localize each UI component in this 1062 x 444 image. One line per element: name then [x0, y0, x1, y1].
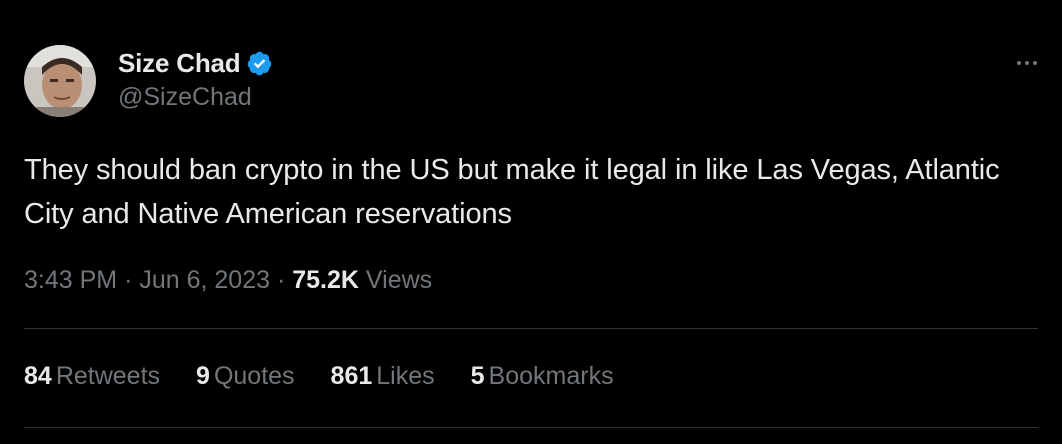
likes-count: 861	[330, 362, 373, 390]
more-horizontal-icon	[1017, 61, 1021, 65]
avatar-image	[24, 45, 96, 117]
tweet-meta: 3:43 PM · Jun 6, 2023 · 75.2K Views	[24, 266, 432, 295]
divider	[24, 328, 1038, 329]
more-dot	[1033, 61, 1037, 65]
author-handle[interactable]: @SizeChad	[118, 83, 252, 112]
bookmarks-stat[interactable]: 5 Bookmarks	[471, 362, 614, 391]
views-count: 75.2K	[292, 266, 359, 294]
retweets-label: Retweets	[55, 362, 161, 390]
author-name-row: Size Chad	[118, 46, 273, 80]
tweet-time[interactable]: 3:43 PM	[24, 266, 117, 294]
quotes-stat[interactable]: 9 Quotes	[196, 362, 295, 391]
bookmarks-label: Bookmarks	[488, 362, 614, 390]
quotes-count: 9	[196, 362, 210, 390]
likes-stat[interactable]: 861 Likes	[331, 362, 435, 391]
views-label: Views	[365, 266, 433, 294]
tweet-card: Size Chad @SizeChad They should ban cryp…	[0, 0, 1062, 444]
tweet-date[interactable]: Jun 6, 2023	[139, 266, 270, 294]
more-options-button[interactable]	[1012, 48, 1042, 78]
author-display-name[interactable]: Size Chad	[118, 48, 241, 79]
meta-separator: ·	[124, 266, 140, 294]
engagement-stats: 84 Retweets 9 Quotes 861 Likes 5 Bookmarks	[24, 362, 650, 391]
verified-badge-icon	[246, 50, 273, 77]
quotes-label: Quotes	[213, 362, 295, 390]
divider	[24, 427, 1038, 428]
retweets-count: 84	[24, 362, 52, 390]
tweet-text: They should ban crypto in the US but mak…	[24, 154, 1000, 230]
more-dot	[1025, 61, 1029, 65]
avatar[interactable]	[24, 45, 96, 117]
retweets-stat[interactable]: 84 Retweets	[24, 362, 160, 391]
likes-label: Likes	[376, 362, 435, 390]
meta-separator: ·	[276, 266, 293, 294]
bookmarks-count: 5	[470, 362, 485, 390]
